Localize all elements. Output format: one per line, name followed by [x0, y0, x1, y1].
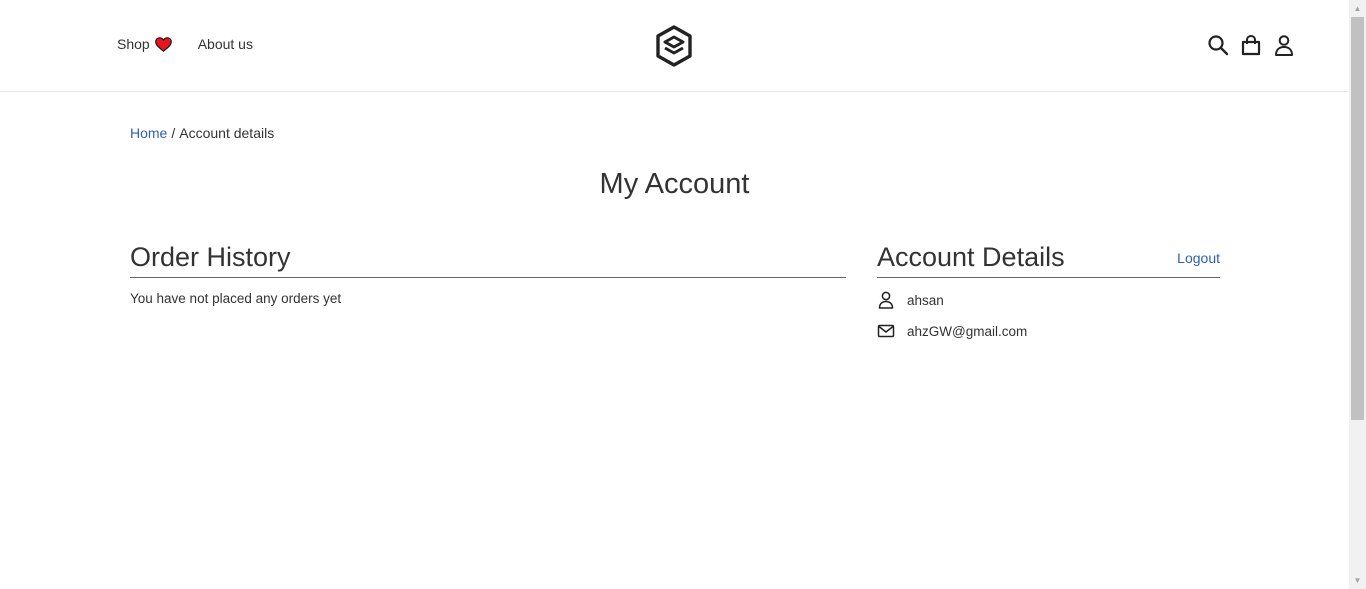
logout-link[interactable]: Logout [1177, 250, 1220, 266]
order-empty-message: You have not placed any orders yet [130, 291, 342, 306]
person-icon [878, 291, 894, 309]
account-details-section: Account Details Logout ahsan ahzGW@gmail… [877, 240, 1220, 341]
envelope-icon [877, 324, 895, 338]
email-value: ahzGW@gmail.com [907, 323, 1028, 339]
breadcrumb-separator: / [171, 125, 176, 141]
username-row: ahsan [877, 290, 1220, 310]
site-header: Shop About us [0, 0, 1349, 92]
page: Shop About us Home / Account details My … [0, 0, 1349, 589]
account-details-header: Account Details Logout [877, 240, 1220, 278]
order-history-section: Order History You have not placed any or… [130, 240, 846, 306]
logo-icon[interactable] [655, 25, 693, 67]
header-actions [1207, 34, 1295, 56]
user-icon[interactable] [1273, 34, 1295, 56]
primary-nav: Shop About us [117, 36, 253, 52]
page-title: My Account [599, 168, 750, 200]
vertical-scrollbar[interactable]: ▲ ▼ [1349, 0, 1366, 589]
scroll-up-arrow-icon[interactable]: ▲ [1353, 4, 1362, 13]
order-history-header: Order History [130, 240, 846, 278]
breadcrumb-home-link[interactable]: Home [130, 125, 167, 141]
nav-about-link[interactable]: About us [198, 36, 253, 52]
breadcrumb-current: Account details [179, 125, 275, 141]
scroll-down-arrow-icon[interactable]: ▼ [1353, 576, 1362, 585]
breadcrumb: Home / Account details [130, 125, 274, 141]
nav-shop-link[interactable]: Shop [117, 36, 172, 52]
order-history-title: Order History [130, 242, 291, 272]
account-details-title: Account Details [877, 242, 1065, 272]
username-value: ahsan [907, 292, 944, 308]
scroll-thumb[interactable] [1351, 17, 1364, 420]
email-row: ahzGW@gmail.com [877, 321, 1220, 341]
nav-shop-label: Shop [117, 36, 150, 52]
search-icon[interactable] [1207, 34, 1229, 56]
heart-icon [154, 36, 172, 52]
bag-icon[interactable] [1240, 34, 1262, 56]
